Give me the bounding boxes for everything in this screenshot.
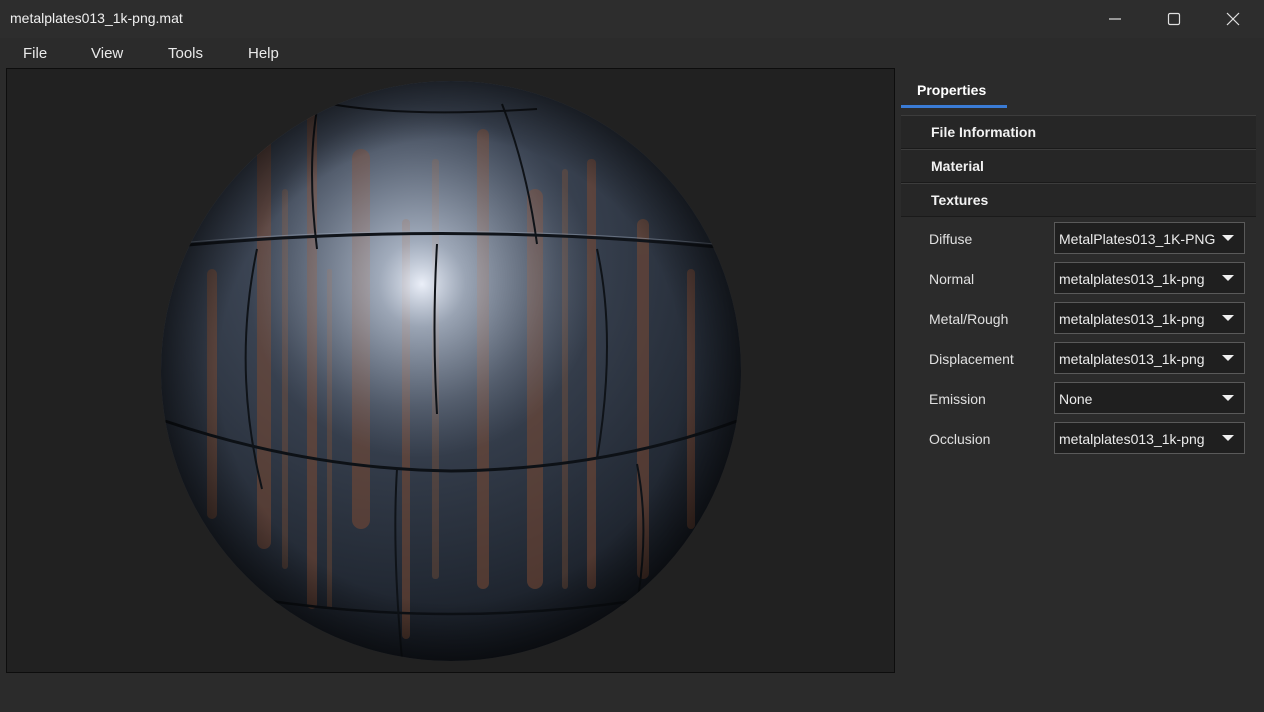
menu-tools[interactable]: Tools (168, 45, 203, 62)
window-title: metalplates013_1k-png.mat (10, 10, 183, 26)
maximize-button[interactable] (1145, 0, 1203, 38)
texture-label-diffuse: Diffuse (929, 231, 973, 247)
tab-properties-label: Properties (917, 82, 987, 98)
texture-label-displacement: Displacement (929, 351, 1014, 367)
select-value: metalplates013_1k-png (1059, 431, 1205, 447)
dropdown-arrow-icon (1222, 355, 1234, 361)
minimize-button[interactable] (1086, 0, 1144, 38)
select-value: None (1059, 391, 1093, 407)
texture-label-emission: Emission (929, 391, 986, 407)
close-button[interactable] (1204, 0, 1262, 38)
dropdown-arrow-icon (1222, 395, 1234, 401)
menu-bar: File View Tools Help (0, 38, 1264, 68)
emission-texture-select[interactable]: None (1054, 382, 1245, 414)
normal-texture-select[interactable]: metalplates013_1k-png (1054, 262, 1245, 294)
dropdown-arrow-icon (1222, 275, 1234, 281)
material-preview-sphere[interactable] (7, 69, 894, 672)
select-value: metalplates013_1k-png (1059, 311, 1205, 327)
status-bar (0, 676, 1264, 712)
menu-file[interactable]: File (23, 45, 47, 62)
maximize-icon (1167, 12, 1181, 26)
tab-properties[interactable]: Properties (901, 80, 1007, 108)
occlusion-texture-select[interactable]: metalplates013_1k-png (1054, 422, 1245, 454)
diffuse-texture-select[interactable]: MetalPlates013_1K-PNG (1054, 222, 1245, 254)
section-label: Textures (931, 192, 989, 208)
metal-rough-texture-select[interactable]: metalplates013_1k-png (1054, 302, 1245, 334)
texture-label-metal-rough: Metal/Rough (929, 311, 1009, 327)
material-preview-viewport[interactable] (6, 68, 895, 673)
menu-help[interactable]: Help (248, 45, 279, 62)
title-bar: metalplates013_1k-png.mat (0, 0, 1264, 38)
select-value: metalplates013_1k-png (1059, 351, 1205, 367)
texture-label-normal: Normal (929, 271, 975, 287)
section-label: File Information (931, 124, 1036, 140)
section-label: Material (931, 158, 984, 174)
dropdown-arrow-icon (1222, 235, 1234, 241)
select-value: metalplates013_1k-png (1059, 271, 1205, 287)
section-file-information[interactable]: File Information (901, 115, 1256, 149)
section-textures[interactable]: Textures (901, 183, 1256, 217)
tab-active-indicator (901, 105, 1007, 108)
minimize-icon (1109, 18, 1121, 20)
close-icon (1226, 12, 1240, 26)
section-material[interactable]: Material (901, 149, 1256, 183)
displacement-texture-select[interactable]: metalplates013_1k-png (1054, 342, 1245, 374)
dropdown-arrow-icon (1222, 315, 1234, 321)
select-value: MetalPlates013_1K-PNG (1059, 231, 1216, 247)
texture-label-occlusion: Occlusion (929, 431, 991, 447)
dropdown-arrow-icon (1222, 435, 1234, 441)
menu-view[interactable]: View (91, 45, 123, 62)
